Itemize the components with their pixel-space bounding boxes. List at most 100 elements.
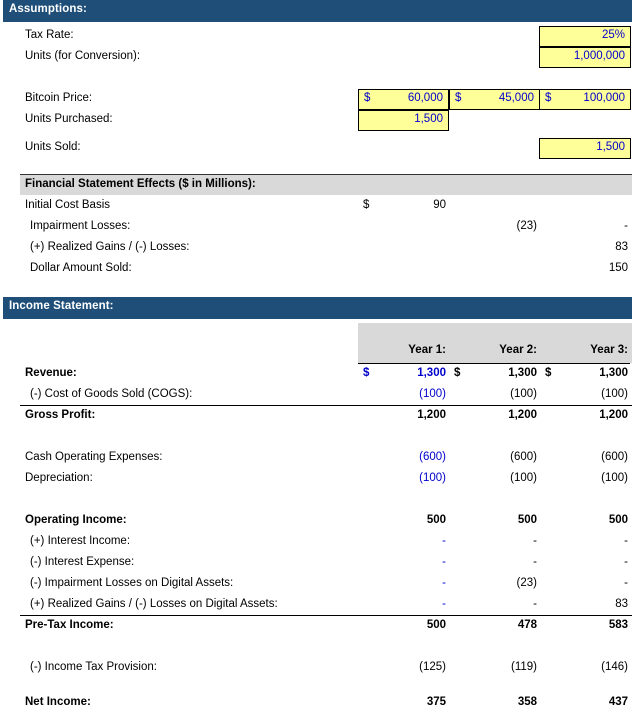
input-cell-bitcoin-price-year3[interactable]: $ 100,000 [539, 89, 631, 110]
label-pre-tax-income: Pre-Tax Income: [25, 619, 114, 631]
label-interest-income: (+) Interest Income: [30, 535, 131, 547]
row-operating-income: Operating Income: 500 500 500 [0, 511, 632, 532]
value-income-tax-provision-year3: (146) [601, 661, 628, 673]
value-net-income-year2: 358 [517, 696, 537, 708]
row-realized-gains-losses: (+) Realized Gains / (-) Losses: 83 [0, 238, 632, 259]
value-operating-income-year2: 500 [517, 514, 537, 526]
value-operating-income-year3: 500 [608, 514, 628, 526]
value-initial-cost-basis-col2 [449, 199, 537, 214]
row-impairment-losses-digital-assets: (-) Impairment Losses on Digital Assets:… [0, 574, 632, 595]
column-header-year-2: Year 2: [499, 344, 537, 356]
row-interest-income: (+) Interest Income: - - - [0, 532, 632, 553]
value-pre-tax-income-year2: 478 [517, 619, 537, 631]
row-dollar-amount-sold: Dollar Amount Sold: 150 [0, 259, 632, 280]
input-cell-units-purchased[interactable]: 1,500 [358, 110, 449, 131]
row-interest-expense: (-) Interest Expense: - - - [0, 553, 632, 574]
value-gross-profit-year1: 1,200 [417, 409, 446, 421]
input-cell-bitcoin-price-year2[interactable]: $ 45,000 [449, 89, 540, 110]
row-tax-rate: Tax Rate: [0, 26, 632, 47]
value-income-tax-provision-year1: (125) [419, 661, 446, 673]
row-cash-operating-expenses: Cash Operating Expenses: (600) (600) (60… [0, 448, 632, 469]
row-units-sold: Units Sold: [0, 138, 632, 159]
section-title-financial-statement-effects: Financial Statement Effects ($ in Millio… [25, 178, 256, 190]
value-interest-expense-year2: - [533, 556, 537, 568]
row-units-purchased: Units Purchased: [0, 110, 632, 131]
label-impairment-losses: Impairment Losses: [30, 220, 131, 232]
value-bitcoin-price-year1: 60,000 [407, 92, 443, 104]
label-income-tax-provision: (-) Income Tax Provision: [30, 661, 157, 673]
value-realized-gains-losses-col2 [449, 241, 537, 256]
value-pre-tax-income-year1: 500 [426, 619, 446, 631]
value-dollar-amount-sold-col1 [358, 262, 446, 277]
label-net-income: Net Income: [25, 696, 91, 708]
label-cost-of-goods-sold: (-) Cost of Goods Sold (COGS): [30, 388, 193, 400]
section-title-income-statement: Income Statement: [9, 300, 114, 312]
value-realized-gains-losses-digital-assets-year3: 83 [615, 598, 628, 610]
value-interest-income-year3: - [624, 535, 628, 547]
value-dollar-amount-sold-col2 [449, 262, 537, 277]
input-cell-units-for-conversion[interactable]: 1,000,000 [539, 47, 631, 68]
row-net-income: Net Income: 375 358 437 [0, 693, 632, 714]
value-bitcoin-price-year2: 45,000 [498, 92, 534, 104]
currency-symbol-bitcoin-price-year2: $ [455, 92, 462, 104]
value-net-income-year3: 437 [608, 696, 628, 708]
value-impairment-losses-col1 [358, 220, 446, 235]
value-impairment-losses-digital-assets-year3: - [624, 577, 628, 589]
value-realized-gains-losses-col3: 83 [615, 241, 628, 253]
value-interest-income-year2: - [533, 535, 537, 547]
row-revenue: Revenue: $ 1,300 $ 1,300 $ 1,300 [0, 364, 632, 385]
value-cogs-year1: (100) [419, 388, 446, 400]
spreadsheet-canvas: Assumptions: Tax Rate: 25% Units (for Co… [0, 0, 632, 719]
value-units-purchased: 1,500 [414, 113, 443, 125]
row-income-tax-provision: (-) Income Tax Provision: (125) (119) (1… [0, 658, 632, 679]
value-interest-expense-year1: - [442, 556, 446, 568]
row-realized-gains-losses-digital-assets: (+) Realized Gains / (-) Losses on Digit… [0, 595, 632, 616]
value-initial-cost-basis-col1: 90 [433, 199, 446, 211]
value-cash-operating-expenses-year3: (600) [601, 451, 628, 463]
value-impairment-losses-col2: (23) [516, 220, 537, 232]
row-initial-cost-basis: Initial Cost Basis $ 90 [0, 196, 632, 217]
row-gross-profit: Gross Profit: 1,200 1,200 1,200 [0, 406, 632, 427]
label-units-purchased: Units Purchased: [25, 113, 113, 125]
label-operating-income: Operating Income: [25, 514, 127, 526]
currency-symbol-bitcoin-price-year1: $ [364, 92, 371, 104]
value-cogs-year2: (100) [510, 388, 537, 400]
value-realized-gains-losses-col1 [358, 241, 446, 256]
label-gross-profit: Gross Profit: [25, 409, 96, 421]
value-depreciation-year1: (100) [419, 472, 446, 484]
row-cost-of-goods-sold: (-) Cost of Goods Sold (COGS): (100) (10… [0, 385, 632, 406]
section-title-assumptions: Assumptions: [9, 3, 87, 15]
value-gross-profit-year3: 1,200 [599, 409, 628, 421]
value-revenue-year1: 1,300 [417, 367, 446, 379]
section-header-income-statement: Income Statement: [0, 297, 632, 319]
section-header-assumptions: Assumptions: [0, 0, 632, 22]
label-interest-expense: (-) Interest Expense: [30, 556, 135, 568]
value-income-tax-provision-year2: (119) [511, 661, 537, 673]
value-cogs-year3: (100) [601, 388, 628, 400]
input-cell-tax-rate[interactable]: 25% [539, 26, 631, 47]
value-interest-income-year1: - [442, 535, 446, 547]
input-cell-units-sold[interactable]: 1,500 [539, 138, 631, 159]
value-operating-income-year1: 500 [426, 514, 446, 526]
label-bitcoin-price: Bitcoin Price: [25, 92, 93, 104]
value-cash-operating-expenses-year2: (600) [510, 451, 537, 463]
value-gross-profit-year2: 1,200 [508, 409, 537, 421]
label-depreciation: Depreciation: [25, 472, 93, 484]
value-initial-cost-basis-col3 [540, 199, 628, 214]
value-tax-rate: 25% [601, 29, 625, 41]
input-cell-bitcoin-price-year1[interactable]: $ 60,000 [358, 89, 449, 110]
label-initial-cost-basis: Initial Cost Basis [25, 199, 111, 211]
row-units-for-conversion: Units (for Conversion): [0, 47, 632, 68]
value-units-for-conversion: 1,000,000 [573, 50, 625, 62]
value-realized-gains-losses-digital-assets-year2: - [533, 598, 537, 610]
currency-symbol-bitcoin-price-year3: $ [545, 92, 552, 104]
label-cash-operating-expenses: Cash Operating Expenses: [25, 451, 163, 463]
row-column-headers: Year 1: Year 2: Year 3: [0, 341, 632, 362]
value-cash-operating-expenses-year1: (600) [419, 451, 446, 463]
label-units-sold: Units Sold: [25, 141, 81, 153]
value-impairment-losses-col3: - [624, 220, 628, 232]
value-depreciation-year3: (100) [601, 472, 628, 484]
value-net-income-year1: 375 [426, 696, 446, 708]
value-revenue-year2: 1,300 [508, 367, 537, 379]
value-pre-tax-income-year3: 583 [608, 619, 628, 631]
